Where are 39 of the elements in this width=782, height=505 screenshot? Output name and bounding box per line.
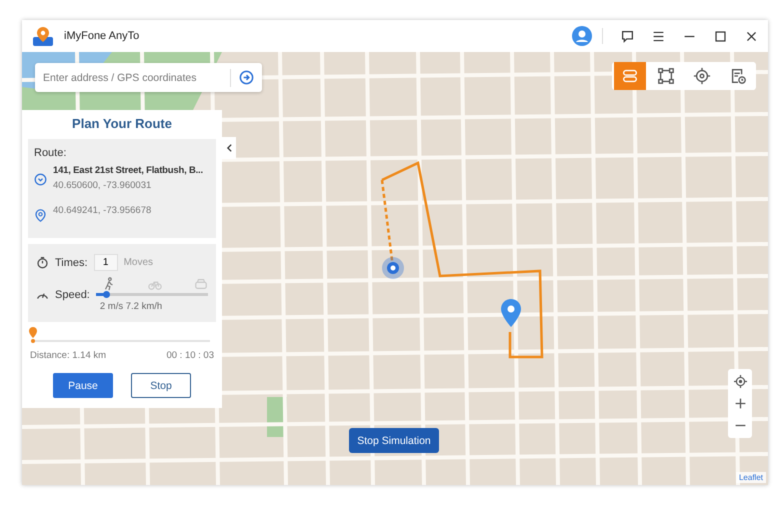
route-label: Route:	[34, 147, 68, 159]
stopwatch-icon	[36, 256, 49, 269]
elapsed-time: 00 : 10 : 03	[166, 350, 214, 361]
speed-reading: 2 m/s 7.2 km/h	[98, 301, 164, 312]
speed-slider-thumb[interactable]	[103, 291, 110, 298]
chevron-circle-icon	[34, 173, 47, 186]
menu-icon[interactable]	[652, 30, 665, 42]
avatar-icon[interactable]	[572, 26, 592, 46]
map-pin-icon	[501, 299, 521, 327]
zoom-in-icon[interactable]	[734, 397, 746, 410]
address-search-field[interactable]: Enter address / GPS coordinates	[35, 63, 262, 92]
stacked-bars-icon	[621, 67, 639, 85]
feedback-icon[interactable]	[621, 30, 634, 42]
close-icon[interactable]	[745, 30, 758, 42]
locate-icon[interactable]	[734, 375, 746, 388]
app-title: iMyFone AnyTo	[64, 30, 140, 42]
panel-title: Plan Your Route	[71, 116, 173, 131]
app-logo-icon	[32, 25, 54, 47]
leaflet-link[interactable]: Leaflet	[736, 472, 766, 483]
stop-coordinates: 40.649241, -73.956678	[53, 205, 152, 216]
distance-text: Distance: 1.14 km	[30, 350, 106, 361]
chevron-left-icon	[226, 143, 232, 153]
crosshair-icon	[693, 67, 711, 85]
speed-label: Speed:	[55, 288, 90, 300]
stop-coordinates: 40.650600, -73.960031	[53, 180, 152, 191]
stop-address: 141, East 21st Street, Flatbush, B...	[53, 165, 203, 176]
stop-simulation-button[interactable]: Stop Simulation	[349, 428, 439, 453]
current-location-marker-icon	[381, 256, 405, 280]
times-unit: Moves	[124, 257, 154, 268]
stop-button[interactable]: Stop	[131, 373, 191, 398]
document-clock-icon	[729, 67, 747, 85]
location-pin-icon	[34, 209, 47, 222]
times-label: Times:	[55, 256, 88, 268]
times-input[interactable]: 1	[94, 254, 118, 271]
collapse-panel-button[interactable]	[222, 137, 236, 159]
speed-slider[interactable]	[96, 293, 208, 296]
pause-button[interactable]: Pause	[53, 373, 113, 398]
connected-squares-icon	[657, 67, 675, 85]
maximize-icon[interactable]	[714, 30, 727, 42]
